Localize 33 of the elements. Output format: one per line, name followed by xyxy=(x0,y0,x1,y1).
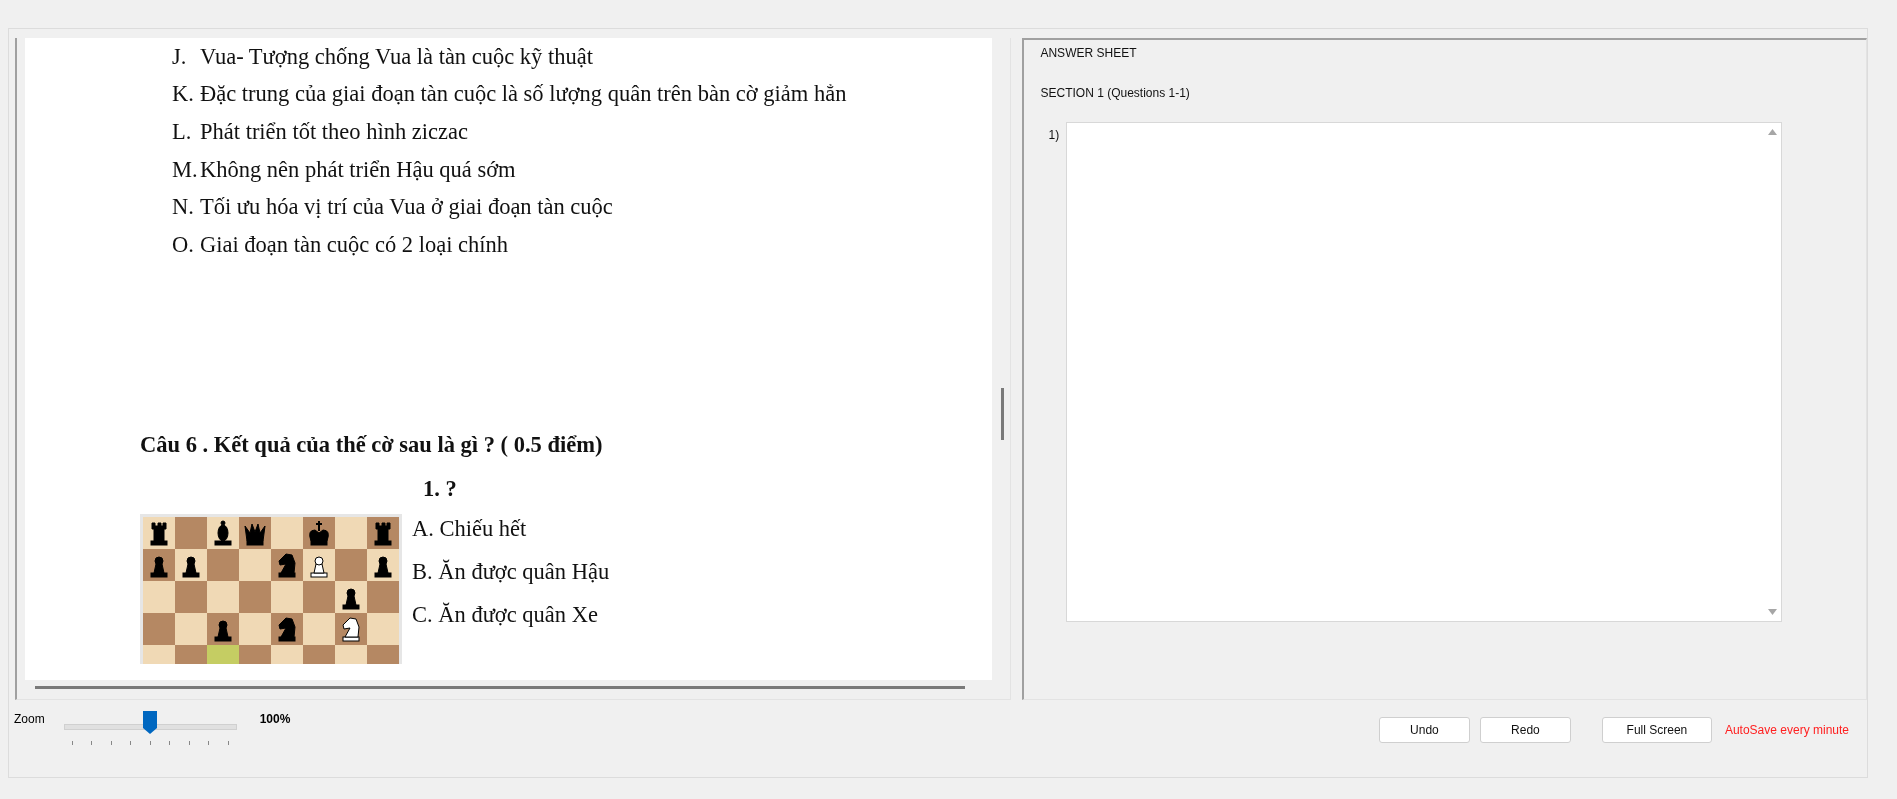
splitter-handle[interactable] xyxy=(1001,388,1005,440)
answer-number: 1) xyxy=(1048,128,1060,144)
slider-thumb[interactable] xyxy=(143,711,158,735)
section-heading: SECTION 1 (Questions 1-1) xyxy=(1040,86,1190,100)
option-letter: J. xyxy=(172,43,188,70)
option-text: Không nên phát triển Hậu quá sớm xyxy=(200,156,516,183)
option-letter: K. xyxy=(172,81,195,108)
scroll-up-icon[interactable] xyxy=(1767,129,1777,135)
option-letter: L. xyxy=(172,119,193,145)
zoom-slider[interactable] xyxy=(63,711,237,747)
option-text: Giai đoạn tàn cuộc có 2 loại chính xyxy=(200,231,509,258)
option-letter: N. xyxy=(172,194,195,221)
answer-choice: A. Chiếu hết xyxy=(412,515,528,542)
option-text: Đặc trung của giai đoạn tàn cuộc là số lượng quân trên bàn cờ giảm hẳn xyxy=(200,81,847,108)
option-letter: M. xyxy=(172,156,199,183)
move-notation: 1. ? xyxy=(423,475,457,502)
question-title: Câu 6 . Kết quả của thế cờ sau là gì ? ( 0.5 điểm) xyxy=(140,431,603,458)
zoom-percent: 100% xyxy=(259,712,291,726)
option-text: Phát triển tốt theo hình ziczac xyxy=(200,119,469,145)
toolbar-button[interactable]: Full Screen xyxy=(1601,717,1712,743)
answer-field[interactable] xyxy=(1066,122,1783,622)
panel-title: ANSWER SHEET xyxy=(1040,46,1137,60)
scroll-down-icon[interactable] xyxy=(1767,609,1777,615)
option-letter: O. xyxy=(172,231,195,258)
zoom-label: Zoom xyxy=(14,712,45,726)
answer-choice: C. Ăn được quân Xe xyxy=(412,601,599,628)
scrollbar-thumb[interactable] xyxy=(35,686,965,689)
toolbar-button[interactable]: Undo xyxy=(1378,717,1470,743)
option-text: Vua- Tượng chống Vua là tàn cuộc kỹ thuật xyxy=(200,43,593,70)
answer-choice: B. Ăn được quân Hậu xyxy=(412,558,610,585)
option-text: Tối ưu hóa vị trí của Vua ở giai đoạn tàn cuộc xyxy=(200,194,613,221)
autosave-note: AutoSave every minute xyxy=(1724,723,1849,737)
toolbar-button[interactable]: Redo xyxy=(1479,717,1571,743)
